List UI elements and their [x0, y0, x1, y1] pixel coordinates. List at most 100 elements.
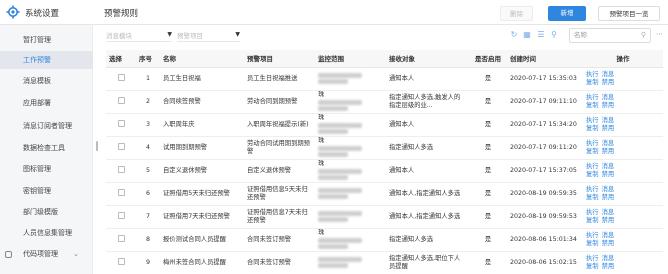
copy-link[interactable]: 复制	[586, 171, 599, 179]
message-link[interactable]: 消息	[602, 209, 615, 217]
run-link[interactable]: 执行	[586, 255, 599, 263]
sidebar: 暂打管理 工作预警 消息模板 应用部署 消息订阅者管理 数据检查工具 图标管理 …	[0, 25, 93, 274]
row-receiver: 指定通知人多选	[386, 136, 469, 160]
table-row[interactable]: 4 试用期到期预警 劳动合同试用期到期预警珠 指定通知人多选是 2020-07-17 0…	[106, 136, 663, 160]
disable-link[interactable]: 禁用	[602, 263, 615, 271]
disable-link[interactable]: 禁用	[602, 240, 615, 248]
row-checkbox[interactable]	[117, 257, 125, 265]
copy-link[interactable]: 复制	[586, 217, 599, 225]
row-receiver: 通知本人	[386, 113, 469, 137]
row-checkbox[interactable]	[117, 165, 125, 173]
run-link[interactable]: 执行	[586, 71, 599, 79]
disable-link[interactable]: 禁用	[602, 79, 615, 87]
message-link[interactable]: 消息	[602, 186, 615, 194]
disable-link[interactable]: 禁用	[602, 217, 615, 225]
disable-link[interactable]: 禁用	[602, 148, 615, 156]
row-checkbox[interactable]	[117, 234, 125, 242]
redacted-block	[318, 146, 362, 151]
run-link[interactable]: 执行	[586, 117, 599, 125]
location-icon[interactable]: ⚲	[549, 30, 559, 40]
row-item: 合同未签订预警	[244, 228, 315, 252]
run-link[interactable]: 执行	[586, 94, 599, 102]
row-ops: 执行 消息 复制 禁用	[583, 113, 663, 137]
sidebar-resize-handle[interactable]	[96, 141, 98, 151]
run-link[interactable]: 执行	[586, 186, 599, 194]
copy-link[interactable]: 复制	[586, 125, 599, 133]
copy-link[interactable]: 复制	[586, 102, 599, 110]
more-icon[interactable]: ⋯	[656, 30, 663, 38]
sidebar-item-subscriber[interactable]: 消息订阅者管理	[0, 117, 93, 135]
copy-link[interactable]: 复制	[586, 79, 599, 87]
header-select: 选择	[106, 50, 136, 68]
refresh-icon[interactable]: ↻	[509, 30, 519, 40]
message-link[interactable]: 消息	[602, 71, 615, 79]
project-select[interactable]: 预警项目 ▼	[177, 30, 240, 42]
redacted-block	[318, 152, 348, 157]
search-input[interactable]: 名称 ⚲	[569, 28, 651, 43]
sidebar-item-code-management[interactable]: 代码项管理 ⌄	[0, 245, 93, 263]
copy-link[interactable]: 复制	[586, 148, 599, 156]
row-name: 梅州未签合同人员提醒	[160, 251, 244, 274]
header-enabled: 是否启用	[469, 50, 507, 68]
table-row[interactable]: 7 证照借用7天未归还预警 证照借用信息7天未归还预警 通知本人,指定通知人多选是 20…	[106, 205, 663, 229]
disable-link[interactable]: 禁用	[602, 125, 615, 133]
table-row[interactable]: 1 员工生日祝福 员工生日祝福推送 通知本人是 2020-07-17 15:35:03 执…	[106, 67, 663, 91]
table-row[interactable]: 6 证照借用5天未归还预警 证照借用信息5天未归还预警 通知本人,指定通知人多选是 20…	[106, 182, 663, 206]
table-row[interactable]: 2 合同续签预警 劳动合同到期预警珠 指定通知人多选,触发人的指定层级的业... 是 20…	[106, 90, 663, 114]
row-checkbox[interactable]	[117, 211, 125, 219]
table-row[interactable]: 9 梅州未签合同人员提醒 合同未签订预警 指定通知人多选,职位下人员提醒是 2020-0…	[106, 251, 663, 274]
copy-link[interactable]: 复制	[586, 194, 599, 202]
table-row[interactable]: 8 报价测试合同人员提醒 合同未签订预警珠 指定通知人多选是 2020-08-06 15…	[106, 228, 663, 252]
run-link[interactable]: 执行	[586, 140, 599, 148]
sidebar-item-punch[interactable]: 暂打管理	[0, 31, 93, 49]
row-checkbox[interactable]	[117, 188, 125, 196]
row-checkbox-cell	[106, 251, 136, 274]
redacted-block	[318, 244, 348, 249]
row-scope-text: 珠	[318, 229, 325, 236]
sidebar-item-keys[interactable]: 密钥管理	[0, 182, 93, 200]
run-link[interactable]: 执行	[586, 163, 599, 171]
row-index: 5	[136, 159, 160, 183]
table-row[interactable]: 5 自定义退休预警 自定义退休预警珠通知本人是 2020-07-17 15:37:05…	[106, 159, 663, 183]
sidebar-item-dept-template[interactable]: 部门级模版	[0, 203, 93, 221]
row-enabled: 是	[469, 136, 507, 160]
message-link[interactable]: 消息	[602, 117, 615, 125]
grid-icon[interactable]: ▦	[522, 30, 532, 40]
row-checkbox-cell	[106, 90, 136, 114]
redacted-block	[318, 106, 348, 111]
disable-link[interactable]: 禁用	[602, 102, 615, 110]
sidebar-item-icons[interactable]: 图标管理	[0, 160, 93, 178]
message-link[interactable]: 消息	[602, 94, 615, 102]
run-link[interactable]: 执行	[586, 232, 599, 240]
copy-link[interactable]: 复制	[586, 240, 599, 248]
row-name: 试用期到期预警	[160, 136, 244, 160]
sidebar-item-message-template[interactable]: 消息模板	[0, 72, 93, 90]
add-button[interactable]: 新增	[548, 6, 586, 21]
disable-link[interactable]: 禁用	[602, 171, 615, 179]
message-link[interactable]: 消息	[602, 255, 615, 263]
sidebar-item-work-warning[interactable]: 工作预警	[0, 51, 93, 69]
row-item: 证照借用信息5天未归还预警	[244, 182, 315, 206]
table-row[interactable]: 3 入职周年庆 入职周年祝福提示(新) 珠 通知本人是 2020-07-17 15:34:…	[106, 113, 663, 137]
warning-overview-button[interactable]: 预警项目一览	[598, 6, 660, 21]
module-select[interactable]: 消息模块 ▼	[106, 30, 172, 42]
sidebar-item-data-check[interactable]: 数据检查工具	[0, 139, 93, 157]
project-select-placeholder: 预警项目	[177, 32, 203, 40]
row-scope: 珠	[315, 159, 386, 183]
dropdown-arrow-icon: ▼	[235, 31, 240, 38]
row-checkbox[interactable]	[117, 119, 125, 127]
row-checkbox[interactable]	[117, 142, 125, 150]
sidebar-item-person-info[interactable]: 人员信息集管理	[0, 224, 93, 242]
delete-button[interactable]: 删除	[500, 6, 533, 21]
filter-icon[interactable]: ☰	[536, 30, 546, 40]
sidebar-item-app-deploy[interactable]: 应用部署	[0, 94, 93, 112]
row-scope	[315, 205, 386, 229]
message-link[interactable]: 消息	[602, 140, 615, 148]
message-link[interactable]: 消息	[602, 232, 615, 240]
row-checkbox[interactable]	[117, 96, 125, 104]
row-checkbox[interactable]	[117, 73, 125, 81]
disable-link[interactable]: 禁用	[602, 194, 615, 202]
run-link[interactable]: 执行	[586, 209, 599, 217]
message-link[interactable]: 消息	[602, 163, 615, 171]
copy-link[interactable]: 复制	[586, 263, 599, 271]
